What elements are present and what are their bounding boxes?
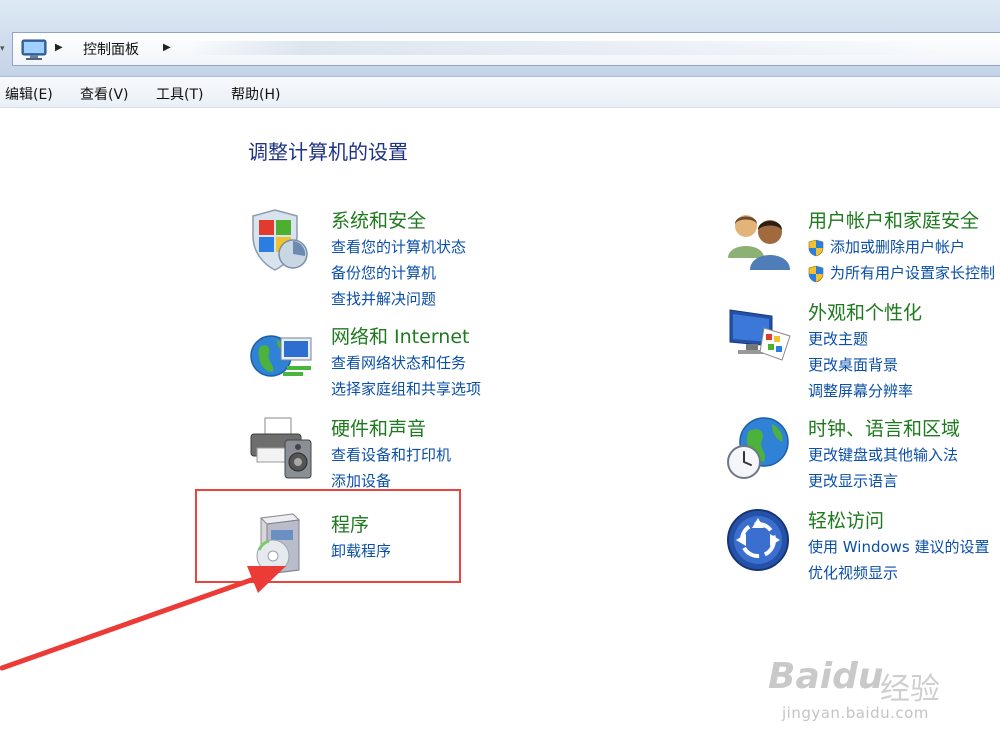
globe-clock-icon: [727, 417, 789, 479]
baidu-watermark-logo: Baidu: [768, 656, 884, 697]
users-icon: [728, 215, 790, 270]
category-title[interactable]: 轻松访问: [808, 506, 884, 533]
ease-of-access-icon: [727, 509, 789, 571]
breadcrumb-control-panel[interactable]: 控制面板: [83, 39, 139, 59]
annotation-highlight-box: [195, 489, 461, 583]
category-title[interactable]: 系统和安全: [331, 206, 426, 233]
baidu-watermark-url: jingyan.baidu.com: [782, 704, 929, 722]
link-change-theme[interactable]: 更改主题: [808, 326, 913, 352]
menu-bar: 编辑(E) 查看(V) 工具(T) 帮助(H): [0, 77, 1000, 108]
link-devices-printers[interactable]: 查看设备和打印机: [331, 442, 451, 468]
control-panel-content: 调整计算机的设置 系统和安全 查看您的计算机状态 备份您的计算机 查找并解决问题: [0, 108, 1000, 750]
link-windows-suggested-settings[interactable]: 使用 Windows 建议的设置: [808, 534, 990, 560]
menu-view[interactable]: 查看(V): [80, 84, 129, 104]
uac-shield-icon: [808, 239, 824, 257]
link-parental-controls[interactable]: 为所有用户设置家长控制: [808, 260, 995, 286]
baidu-watermark-text: 经验: [880, 672, 940, 707]
link-label: 添加或删除用户帐户: [830, 238, 966, 256]
link-find-fix-problems[interactable]: 查找并解决问题: [331, 286, 466, 312]
breadcrumb-separator-icon[interactable]: ▶: [55, 42, 63, 53]
link-homegroup-sharing[interactable]: 选择家庭组和共享选项: [331, 376, 481, 402]
category-title[interactable]: 硬件和声音: [331, 414, 426, 441]
link-optimize-video-display[interactable]: 优化视频显示: [808, 560, 990, 586]
link-change-input-method[interactable]: 更改键盘或其他输入法: [808, 442, 958, 468]
category-title[interactable]: 时钟、语言和区域: [808, 414, 960, 441]
link-adjust-resolution[interactable]: 调整屏幕分辨率: [808, 378, 913, 404]
link-view-computer-status[interactable]: 查看您的计算机状态: [331, 234, 466, 260]
menu-edit[interactable]: 编辑(E): [5, 84, 53, 104]
link-view-network-status[interactable]: 查看网络状态和任务: [331, 350, 481, 376]
breadcrumb-separator-icon[interactable]: ▶: [163, 42, 171, 53]
nav-dropdown-chevron-icon[interactable]: ▾: [0, 44, 5, 54]
address-bar[interactable]: ▶ 控制面板 ▶: [12, 32, 1000, 66]
link-add-remove-accounts[interactable]: 添加或删除用户帐户: [808, 234, 995, 260]
monitor-palette-icon: [729, 309, 791, 361]
link-label: 为所有用户设置家长控制: [830, 264, 996, 282]
category-title[interactable]: 网络和 Internet: [331, 322, 469, 349]
link-change-display-language[interactable]: 更改显示语言: [808, 468, 958, 494]
control-panel-icon: [21, 39, 47, 60]
link-backup-computer[interactable]: 备份您的计算机: [331, 260, 466, 286]
menu-help[interactable]: 帮助(H): [231, 84, 280, 104]
page-title: 调整计算机的设置: [248, 140, 408, 164]
address-bar-background: [188, 41, 948, 55]
category-title[interactable]: 外观和个性化: [808, 298, 922, 325]
globe-network-icon: [250, 335, 312, 377]
link-change-desktop-background[interactable]: 更改桌面背景: [808, 352, 913, 378]
printer-speaker-icon: [250, 417, 312, 479]
uac-shield-icon: [808, 265, 824, 283]
shield-chart-icon: [252, 209, 308, 271]
address-bar-area: ▾ ▶ 控制面板 ▶: [0, 0, 1000, 77]
category-title[interactable]: 用户帐户和家庭安全: [808, 206, 979, 233]
menu-tools[interactable]: 工具(T): [156, 84, 203, 104]
